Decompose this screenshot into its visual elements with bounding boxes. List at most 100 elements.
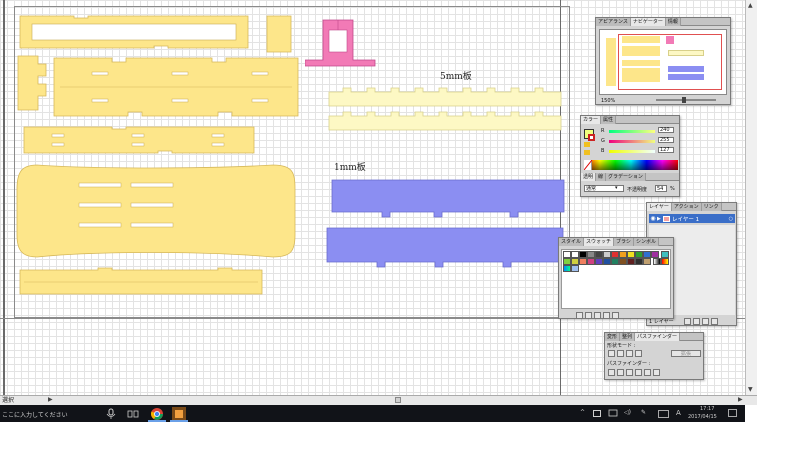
swatch-none-icon[interactable]: [563, 251, 571, 258]
hscroll-thumb[interactable]: [395, 397, 401, 403]
channel-g-slider[interactable]: [609, 140, 655, 143]
illustrator-icon[interactable]: [172, 407, 186, 421]
divide-icon[interactable]: [608, 369, 615, 376]
target-icon[interactable]: ○: [729, 216, 733, 222]
swatch[interactable]: [627, 251, 635, 258]
swatch[interactable]: [643, 258, 651, 265]
new-layer-icon[interactable]: [702, 318, 709, 325]
swatch[interactable]: [595, 258, 603, 265]
keyboard-icon[interactable]: [658, 410, 669, 418]
notification-icon[interactable]: [728, 409, 738, 418]
make-clipping-mask-icon[interactable]: [684, 318, 691, 325]
part-side-strip[interactable]: [52, 56, 300, 118]
zoom-slider[interactable]: [656, 99, 716, 101]
minus-back-icon[interactable]: [653, 369, 660, 376]
tab-info[interactable]: 情報: [665, 17, 681, 26]
tab-transform[interactable]: 変形: [605, 332, 621, 341]
swatch[interactable]: [603, 251, 611, 258]
channel-b-value[interactable]: 127: [658, 147, 674, 153]
zoom-slider-handle[interactable]: [682, 97, 686, 103]
battery-icon[interactable]: [593, 410, 602, 417]
chrome-icon[interactable]: [150, 407, 164, 421]
channel-r-slider[interactable]: [609, 130, 655, 133]
part-small-tab[interactable]: [265, 14, 293, 54]
zoom-level[interactable]: 150%: [601, 98, 615, 104]
ime-indicator[interactable]: A: [676, 409, 681, 417]
swatch[interactable]: [635, 251, 643, 258]
swatch[interactable]: [579, 251, 587, 258]
swatch[interactable]: [595, 251, 603, 258]
swatch-gradient[interactable]: [563, 265, 571, 272]
swatch[interactable]: [611, 258, 619, 265]
stroke-swatch[interactable]: [588, 134, 595, 141]
part-5mm-strip-top[interactable]: [327, 86, 563, 108]
scroll-down-icon[interactable]: ▼: [748, 386, 753, 393]
out-of-gamut-icon[interactable]: [584, 142, 590, 147]
part-bone-board[interactable]: [15, 163, 297, 259]
tab-styles[interactable]: スタイル: [559, 237, 585, 246]
web-safe-icon[interactable]: [584, 150, 590, 155]
crop-icon[interactable]: [635, 369, 642, 376]
blend-mode-select[interactable]: 通常: [584, 185, 624, 192]
delete-swatch-icon[interactable]: [612, 312, 619, 319]
swatch[interactable]: [619, 258, 627, 265]
microphone-icon[interactable]: [106, 408, 116, 419]
channel-g-value[interactable]: 255: [658, 137, 674, 143]
swatch[interactable]: [619, 251, 627, 258]
swatch[interactable]: [563, 258, 571, 265]
tab-stroke[interactable]: 線: [596, 172, 607, 181]
layer-row[interactable]: ◉ ▶ レイヤー 1 ○: [649, 214, 735, 223]
chevron-down-icon[interactable]: ▾: [615, 185, 618, 191]
unite-icon[interactable]: [608, 350, 615, 357]
swatch-gradient[interactable]: [660, 258, 669, 265]
part-1mm-board-top[interactable]: [330, 178, 566, 220]
tray-chevron-icon[interactable]: ^: [580, 409, 585, 416]
eye-icon[interactable]: ◉: [649, 215, 657, 222]
intersect-icon[interactable]: [626, 350, 633, 357]
part-1mm-board-bottom[interactable]: [325, 226, 565, 270]
none-color-icon[interactable]: [583, 159, 593, 171]
swatch[interactable]: [643, 251, 651, 258]
swatch[interactable]: [571, 251, 579, 258]
layer-name[interactable]: レイヤー 1: [672, 215, 699, 223]
outline-icon[interactable]: [644, 369, 651, 376]
tab-navigator[interactable]: ナビゲーター: [630, 17, 666, 26]
swatch[interactable]: [571, 258, 579, 265]
channel-r-value[interactable]: 240: [658, 127, 674, 133]
new-color-group-icon[interactable]: [594, 312, 601, 319]
navigator-preview[interactable]: [599, 29, 727, 95]
vertical-scrollbar[interactable]: ▲ ▼: [745, 0, 757, 395]
task-view-icon[interactable]: [127, 409, 139, 419]
tab-links[interactable]: リンク: [701, 202, 722, 211]
expand-button[interactable]: 拡張: [671, 350, 701, 357]
clock-date[interactable]: 2017/04/15: [688, 414, 717, 420]
color-spectrum[interactable]: [584, 160, 678, 170]
swatch[interactable]: [603, 258, 611, 265]
tab-symbols[interactable]: シンボル: [633, 237, 659, 246]
swatch[interactable]: [579, 258, 587, 265]
part-5mm-strip-bottom[interactable]: [327, 110, 563, 132]
pen-icon[interactable]: ✎: [641, 409, 646, 416]
part-pink-stand[interactable]: [305, 18, 377, 70]
tab-swatches[interactable]: スウォッチ: [584, 237, 615, 246]
minus-front-icon[interactable]: [617, 350, 624, 357]
volume-icon[interactable]: ◁): [624, 409, 631, 416]
swatch[interactable]: [587, 258, 595, 265]
tab-brushes[interactable]: ブラシ: [614, 237, 634, 246]
tab-layers[interactable]: レイヤー: [647, 202, 672, 211]
tab-align[interactable]: 整列: [620, 332, 636, 341]
part-left-posts[interactable]: [16, 54, 50, 112]
search-box[interactable]: ここに入力してください: [2, 410, 68, 419]
scroll-right-icon[interactable]: ▶: [738, 396, 743, 403]
swatch[interactable]: [635, 258, 643, 265]
new-swatch-icon[interactable]: [603, 312, 610, 319]
swatch[interactable]: [611, 251, 619, 258]
swatch[interactable]: [660, 251, 669, 258]
tab-appearance[interactable]: アピアランス: [596, 17, 631, 26]
new-sublayer-icon[interactable]: [693, 318, 700, 325]
swatch-gradient[interactable]: [652, 258, 661, 265]
tab-pathfinder[interactable]: パスファインダー: [635, 332, 681, 341]
channel-b-slider[interactable]: [609, 150, 655, 153]
part-bottom-rail[interactable]: [18, 266, 264, 296]
swatch-options-icon[interactable]: [585, 312, 592, 319]
